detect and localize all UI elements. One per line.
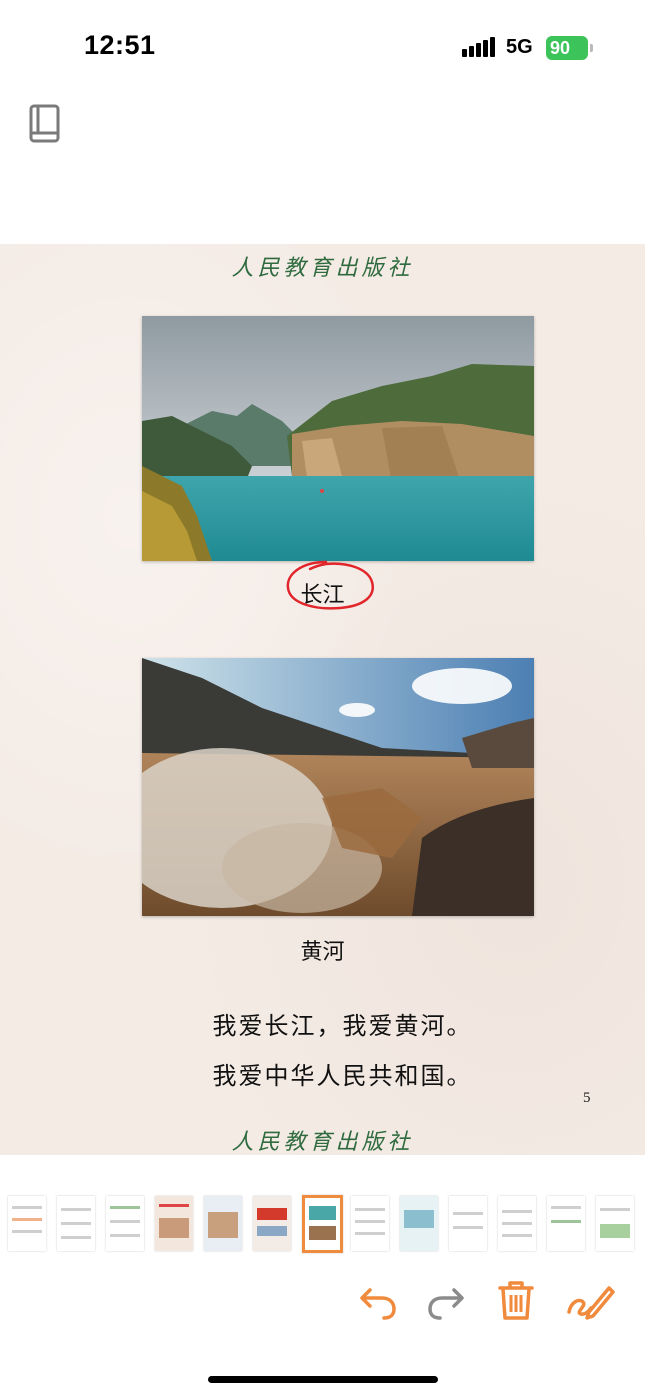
trash-icon[interactable]	[494, 1278, 538, 1322]
page-thumbnail[interactable]	[449, 1196, 487, 1251]
battery-level: 90	[550, 38, 571, 58]
text-line-1: 我爱长江，我爱黄河。	[212, 1012, 473, 1040]
pen-icon[interactable]	[565, 1278, 615, 1322]
page-thumbnail[interactable]	[204, 1196, 242, 1251]
undo-icon[interactable]	[356, 1278, 400, 1322]
page-thumbnail[interactable]	[351, 1196, 389, 1251]
signal-icon	[462, 37, 496, 57]
redo-icon[interactable]	[424, 1278, 468, 1322]
yellow-river-photo	[142, 658, 534, 916]
page-number: 5	[583, 1090, 591, 1106]
page-thumbnail[interactable]	[596, 1196, 634, 1251]
yellow-river-caption: 黄河	[300, 940, 345, 965]
yangtze-photo	[142, 316, 534, 561]
battery-icon: 90	[546, 36, 588, 60]
bottom-toolbar	[0, 1270, 645, 1340]
page-thumbnail[interactable]	[57, 1196, 95, 1251]
status-bar: 12:51 5G 90	[0, 0, 645, 96]
page-thumbnail-strip[interactable]	[0, 1190, 645, 1256]
red-circle-annotation[interactable]	[282, 556, 378, 614]
network-label: 5G	[506, 36, 533, 58]
page-thumbnail[interactable]	[400, 1196, 438, 1251]
page-thumbnail[interactable]	[547, 1196, 585, 1251]
textbook-page[interactable]: 人民教育出版社 长江 黄河 我爱长江，我爱黄河。 我爱中华人民共和国。 5 人民…	[0, 244, 645, 1155]
page-thumbnail[interactable]	[498, 1196, 536, 1251]
page-thumbnail[interactable]	[155, 1196, 193, 1251]
publisher-logo-top: 人民教育出版社	[231, 256, 414, 281]
battery-tip	[590, 44, 593, 52]
page-thumbnail[interactable]	[8, 1196, 46, 1251]
publisher-logo-bottom: 人民教育出版社	[231, 1130, 414, 1155]
status-time: 12:51	[84, 30, 156, 60]
home-indicator[interactable]	[208, 1376, 438, 1383]
page-thumbnail[interactable]	[106, 1196, 144, 1251]
page-thumbnail-active[interactable]	[302, 1195, 343, 1253]
page-thumbnail[interactable]	[253, 1196, 291, 1251]
book-icon[interactable]	[28, 104, 62, 144]
text-line-2: 我爱中华人民共和国。	[212, 1062, 473, 1090]
